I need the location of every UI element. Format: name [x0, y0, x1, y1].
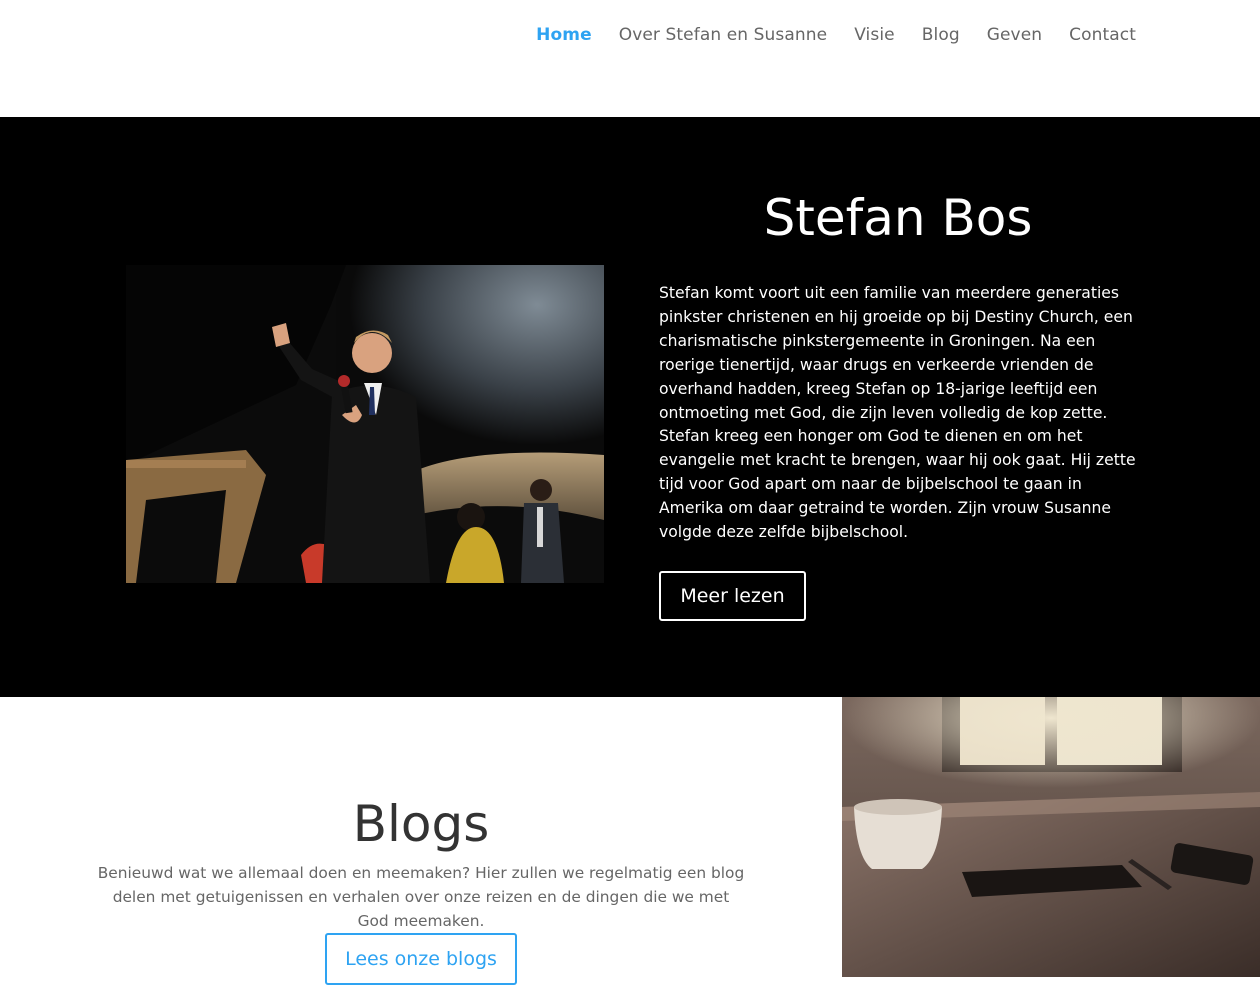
desk-photo [842, 697, 1260, 977]
nav-item-over-stefan-en-susanne[interactable]: Over Stefan en Susanne [619, 25, 827, 45]
nav-item-contact[interactable]: Contact [1069, 25, 1136, 45]
main-nav: Home Over Stefan en Susanne Visie Blog G… [536, 23, 1136, 47]
meer-lezen-button[interactable]: Meer lezen [659, 571, 806, 621]
blogs-title: Blogs [352, 795, 490, 853]
lees-onze-blogs-button[interactable]: Lees onze blogs [325, 933, 517, 985]
blogs-section: Blogs Benieuwd wat we allemaal doen en m… [0, 697, 842, 985]
hero-description: Stefan komt voort uit een familie van me… [659, 284, 1136, 542]
hero-section: Stefan Bos Stefan komt voort uit een fam… [0, 117, 1260, 697]
hero-title: Stefan Bos [763, 189, 1033, 247]
speaker-photo [126, 265, 604, 583]
nav-item-home[interactable]: Home [536, 25, 592, 45]
nav-item-geven[interactable]: Geven [987, 25, 1042, 45]
blogs-description: Benieuwd wat we allemaal doen en meemake… [97, 864, 745, 930]
speaker-photo-illustration [126, 265, 604, 583]
desk-photo-illustration [842, 697, 1260, 977]
nav-item-blog[interactable]: Blog [922, 25, 960, 45]
nav-item-visie[interactable]: Visie [854, 25, 895, 45]
site-header: Home Over Stefan en Susanne Visie Blog G… [0, 0, 1260, 117]
